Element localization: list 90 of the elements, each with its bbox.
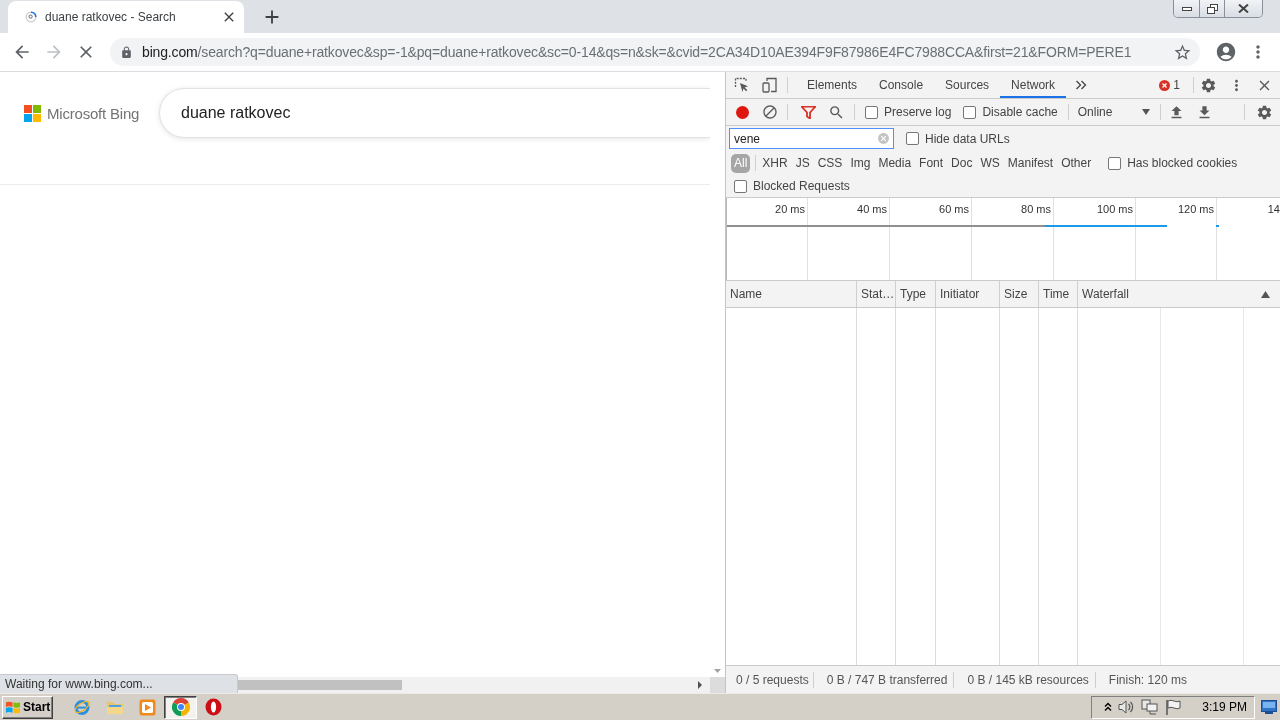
lock-icon (120, 45, 133, 59)
type-filter[interactable]: Manifest (1004, 153, 1057, 173)
dropdown-caret-icon (1141, 109, 1150, 115)
column-header[interactable]: Type (896, 281, 936, 307)
settings-icon[interactable] (1199, 76, 1217, 94)
column-header[interactable]: Stat… (857, 281, 896, 307)
browser-tab[interactable]: duane ratkovec - Search (8, 1, 244, 33)
checkbox-label: Has blocked cookies (1127, 156, 1238, 170)
scroll-right-icon[interactable] (698, 681, 702, 689)
error-badge[interactable]: 1 (1156, 78, 1183, 92)
type-filter[interactable]: WS (977, 153, 1003, 173)
type-filter[interactable]: Img (847, 153, 874, 173)
column-header[interactable]: Size (1000, 281, 1039, 307)
tick-label: 60 ms (939, 203, 969, 215)
checkbox[interactable] (963, 105, 977, 119)
close-window-button[interactable] (1224, 0, 1262, 17)
status-bubble: Waiting for www.bing.com... (0, 674, 238, 693)
horizontal-scrollbar[interactable] (238, 677, 710, 693)
checkbox-label: Blocked Requests (753, 179, 850, 193)
tick-label: 80 ms (1021, 203, 1051, 215)
windows-flag-icon (5, 699, 21, 715)
type-filter[interactable]: Media (875, 153, 915, 173)
column-header[interactable]: Initiator (936, 281, 1000, 307)
scrollbar-corner (710, 677, 725, 693)
panel-tab[interactable]: Console (868, 72, 935, 98)
filter-field[interactable]: vene (729, 128, 894, 149)
circle-logo-icon[interactable] (205, 698, 222, 716)
start-button[interactable]: Start (2, 695, 53, 719)
column-header[interactable]: Name (726, 281, 857, 307)
checkbox-label: Disable cache (982, 105, 1058, 119)
clock-text: 3:19 PM (1202, 700, 1247, 714)
chevrons-right-icon[interactable] (1075, 79, 1088, 91)
funnel-icon[interactable] (800, 105, 816, 119)
scrollbar-thumb[interactable] (238, 680, 402, 690)
tick-label: 14 (1267, 203, 1280, 215)
record-icon[interactable] (735, 105, 749, 119)
type-filter[interactable]: XHR (759, 153, 791, 173)
status-text: 0 / 5 requests (735, 672, 810, 687)
flag-icon[interactable] (1165, 698, 1183, 716)
tick-label: 120 ms (1177, 203, 1214, 215)
close-icon (1238, 4, 1249, 13)
url-text: bing.com/search?q=duane+ratkovec&sp=-1&pq=duane+ratkovec&sc=0-14&qs=n&sk=&cvid=2CA34D10AE394F9F87986E4FC7988CCA&first=21&FORM=PERE1 (142, 44, 1132, 60)
devices-icon[interactable] (762, 77, 778, 93)
error-icon (1159, 79, 1171, 91)
desktop-icon[interactable] (1261, 700, 1277, 714)
minimize-icon (1181, 6, 1192, 11)
logo-text: Microsoft Bing (47, 104, 140, 122)
restore-icon (1206, 3, 1218, 14)
checkbox[interactable] (1108, 156, 1122, 170)
chrome-icon[interactable] (171, 698, 190, 716)
loading-spinner-icon (25, 11, 37, 23)
sort-up-icon (1261, 290, 1270, 298)
profile-icon[interactable] (1215, 41, 1237, 63)
taskbar-button[interactable] (164, 695, 197, 719)
cursor-select-icon[interactable] (734, 77, 750, 93)
tick-label: 20 ms (775, 203, 805, 215)
scroll-down-icon (714, 669, 721, 673)
type-filter[interactable]: Other (1058, 153, 1095, 173)
type-filter[interactable]: CSS (814, 153, 846, 173)
panel-tab[interactable]: Elements (796, 72, 869, 98)
throttling-select[interactable]: Online (1074, 102, 1153, 122)
checkbox[interactable] (865, 105, 878, 119)
tick-label: 100 ms (1096, 203, 1133, 215)
type-filter[interactable]: Font (916, 153, 947, 173)
search-field[interactable]: duane ratkovec (160, 89, 710, 137)
type-filter[interactable]: Doc (948, 153, 976, 173)
column-header[interactable]: Time (1039, 281, 1078, 307)
tick-label: 40 ms (857, 203, 887, 215)
speaker-icon[interactable] (1118, 699, 1136, 715)
status-text: 0 B / 747 B transferred (825, 672, 949, 687)
checkbox[interactable] (734, 179, 747, 193)
checkbox-label: Hide data URLs (925, 131, 1010, 146)
checkbox-label: Preserve log (884, 105, 952, 119)
block-icon[interactable] (762, 104, 778, 120)
four-squares-logo-icon (24, 104, 41, 122)
settings-icon[interactable] (1255, 103, 1273, 121)
chevron-up-icon[interactable] (1104, 702, 1113, 712)
column-header[interactable]: Waterfall (1078, 281, 1280, 307)
panel-tab[interactable]: Network (1000, 72, 1067, 98)
status-text: 0 B / 145 kB resources (966, 672, 1090, 687)
panel-tab[interactable]: Sources (934, 72, 1001, 98)
network-icon[interactable] (1141, 698, 1160, 716)
star-icon[interactable] (1173, 42, 1192, 62)
status-text: Finish: 120 ms (1107, 672, 1188, 687)
restore-button[interactable] (1199, 0, 1224, 17)
checkbox[interactable] (906, 132, 919, 145)
minimize-button[interactable] (1174, 0, 1199, 17)
address-bar[interactable]: bing.com/search?q=duane+ratkovec&sp=-1&pq=duane+ratkovec&sc=0-14&qs=n&sk=&cvid=2CA34D10AE394F9F87986E4FC7988CCA&first=21&FORM=PERE1 (110, 38, 1200, 66)
type-filter[interactable]: JS (792, 153, 813, 173)
search-icon[interactable] (827, 103, 845, 121)
